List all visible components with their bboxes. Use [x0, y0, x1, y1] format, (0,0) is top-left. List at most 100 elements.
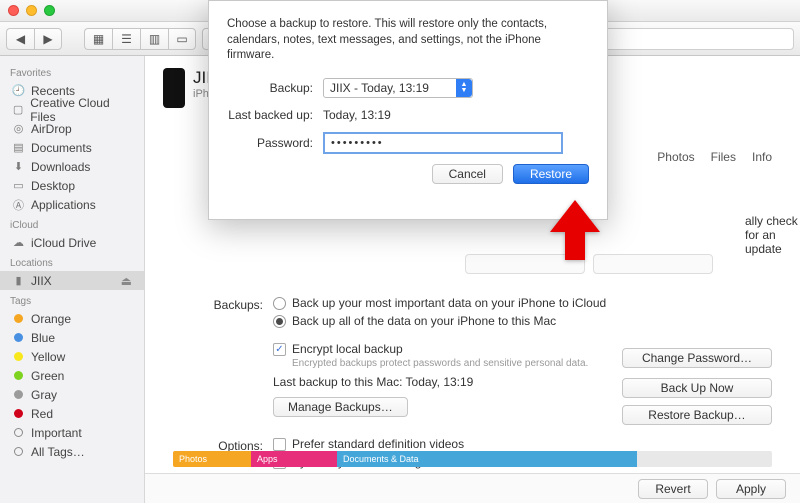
sidebar-item-label: Documents	[31, 141, 92, 155]
sidebar-item-label: Creative Cloud Files	[30, 96, 132, 124]
password-input[interactable]: •••••••••	[323, 132, 563, 154]
encrypt-checkbox[interactable]: ✓	[273, 343, 286, 356]
sidebar-item-jiix[interactable]: ▮ JIIX ⏏	[0, 271, 144, 290]
sidebar-item-applications[interactable]: Ⓐ Applications	[0, 195, 144, 214]
sd-label: Prefer standard definition videos	[292, 437, 464, 451]
device-image	[163, 68, 185, 108]
sidebar-item-label: Downloads	[31, 160, 90, 174]
sidebar-item-icloud-drive[interactable]: ☁ iCloud Drive	[0, 233, 144, 252]
backup-select[interactable]: JIIX - Today, 13:19 ▲▼	[323, 78, 473, 98]
app-icon: Ⓐ	[12, 199, 25, 210]
sidebar-item-yellow[interactable]: Yellow	[0, 347, 144, 366]
sidebar-item-green[interactable]: Green	[0, 366, 144, 385]
change-password-button[interactable]: Change Password…	[622, 348, 772, 368]
sidebar-item-label: Yellow	[31, 350, 65, 364]
zoom-window-button[interactable]	[44, 5, 55, 16]
airdrop-icon: ◎	[12, 123, 25, 134]
backups-label: Backups:	[173, 296, 273, 314]
storage-bar: PhotosAppsDocuments & Data	[173, 451, 772, 467]
view-icon-button[interactable]: ▦	[84, 28, 112, 50]
sidebar-item-important[interactable]: Important	[0, 423, 144, 442]
restore-backup-dialog: Choose a backup to restore. This will re…	[208, 0, 608, 220]
sidebar-item-downloads[interactable]: ⬇ Downloads	[0, 157, 144, 176]
update-text: ally check for an update	[745, 214, 800, 256]
footer-bar: Revert Apply	[145, 473, 800, 503]
sidebar-item-documents[interactable]: ▤ Documents	[0, 138, 144, 157]
back-up-now-button[interactable]: Back Up Now	[622, 378, 772, 398]
storage-segment-free	[637, 451, 772, 467]
clock-icon: 🕘	[12, 85, 25, 96]
cloud-icon: ☁	[12, 237, 25, 248]
view-list-button[interactable]: ☰	[112, 28, 140, 50]
storage-segment-photos: Photos	[173, 451, 251, 467]
down-icon: ⬇	[12, 161, 25, 172]
storage-segment-documents-data: Documents & Data	[337, 451, 637, 467]
tag-outline-icon	[12, 446, 25, 457]
tag-dot-icon	[12, 332, 25, 343]
radio-icloud[interactable]	[273, 297, 286, 310]
backup-select-value: JIIX - Today, 13:19	[330, 81, 429, 95]
sidebar-item-label: Applications	[31, 198, 96, 212]
sidebar-item-label: JIIX	[31, 274, 52, 288]
sidebar-header: Locations	[0, 252, 144, 271]
ghost-button-2[interactable]	[593, 254, 713, 274]
manage-backups-button[interactable]: Manage Backups…	[273, 397, 408, 417]
forward-button[interactable]: ▶	[34, 28, 62, 50]
last-backed-up-label: Last backed up:	[227, 108, 323, 122]
sidebar-item-label: Orange	[31, 312, 71, 326]
sidebar-item-label: Red	[31, 407, 53, 421]
view-gallery-button[interactable]: ▭	[168, 28, 196, 50]
folder-icon: ▢	[12, 104, 24, 115]
back-button[interactable]: ◀	[6, 28, 34, 50]
backup-select-label: Backup:	[227, 81, 323, 95]
tag-dot-icon	[12, 389, 25, 400]
sidebar-item-label: AirDrop	[31, 122, 72, 136]
apply-button[interactable]: Apply	[716, 479, 786, 499]
minimize-window-button[interactable]	[26, 5, 37, 16]
eject-icon[interactable]: ⏏	[121, 274, 132, 288]
sidebar-item-label: Green	[31, 369, 64, 383]
sidebar-item-orange[interactable]: Orange	[0, 309, 144, 328]
sidebar-item-label: iCloud Drive	[31, 236, 96, 250]
sidebar-item-gray[interactable]: Gray	[0, 385, 144, 404]
revert-button[interactable]: Revert	[638, 479, 708, 499]
sidebar-item-label: Important	[31, 426, 82, 440]
password-label: Password:	[227, 136, 323, 150]
sidebar-header: Favorites	[0, 62, 144, 81]
sidebar-item-label: Desktop	[31, 179, 75, 193]
encrypt-label: Encrypt local backup	[292, 342, 403, 356]
dialog-message: Choose a backup to restore. This will re…	[227, 17, 589, 64]
sidebar-item-red[interactable]: Red	[0, 404, 144, 423]
sidebar-header: Tags	[0, 290, 144, 309]
tab-photos[interactable]: Photos	[657, 150, 694, 164]
last-backed-up-value: Today, 13:19	[323, 108, 391, 122]
sidebar-header: iCloud	[0, 214, 144, 233]
close-window-button[interactable]	[8, 5, 19, 16]
sidebar-item-label: Blue	[31, 331, 55, 345]
sidebar-item-all-tags-[interactable]: All Tags…	[0, 442, 144, 461]
tag-dot-icon	[12, 313, 25, 324]
tab-info[interactable]: Info	[752, 150, 772, 164]
storage-segment-apps: Apps	[251, 451, 337, 467]
sidebar-item-blue[interactable]: Blue	[0, 328, 144, 347]
tag-outline-icon	[12, 427, 25, 438]
select-arrows-icon: ▲▼	[456, 79, 472, 97]
cancel-button[interactable]: Cancel	[432, 164, 503, 184]
sidebar: Favorites🕘Recents▢Creative Cloud Files◎A…	[0, 56, 145, 503]
doc-icon: ▤	[12, 142, 25, 153]
tag-dot-icon	[12, 370, 25, 381]
tag-dot-icon	[12, 351, 25, 362]
phone-icon: ▮	[12, 275, 25, 286]
radio-mac[interactable]	[273, 315, 286, 328]
restore-button[interactable]: Restore	[513, 164, 589, 184]
sidebar-item-creative-cloud-files[interactable]: ▢Creative Cloud Files	[0, 100, 144, 119]
view-column-button[interactable]: ▥	[140, 28, 168, 50]
ghost-button-1[interactable]	[465, 254, 585, 274]
desk-icon: ▭	[12, 180, 25, 191]
tab-files[interactable]: Files	[711, 150, 736, 164]
device-tabs: Photos Files Info	[657, 150, 772, 164]
sidebar-item-desktop[interactable]: ▭ Desktop	[0, 176, 144, 195]
opt-icloud-label: Back up your most important data on your…	[292, 296, 606, 310]
sd-checkbox[interactable]	[273, 438, 286, 451]
restore-backup-button[interactable]: Restore Backup…	[622, 405, 772, 425]
